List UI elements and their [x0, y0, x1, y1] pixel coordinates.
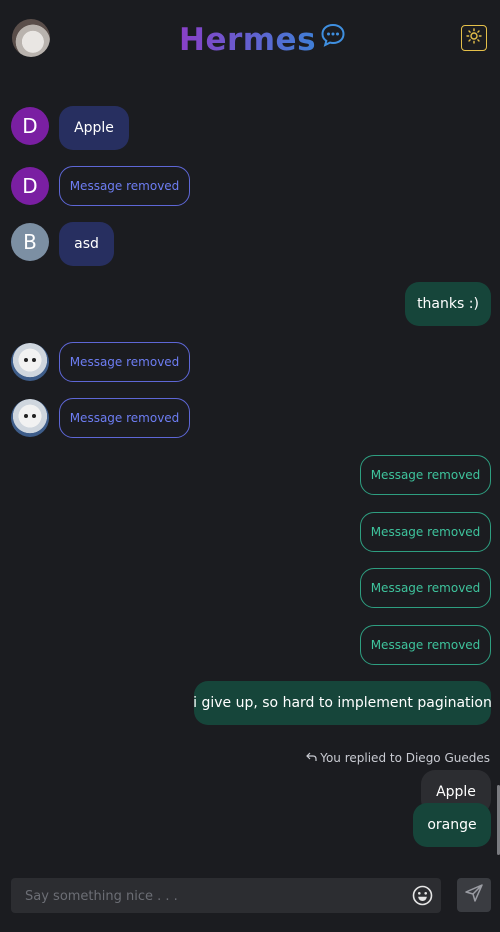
sender-avatar: D — [11, 107, 49, 145]
header: Hermes — [0, 0, 500, 78]
removed-message[interactable]: Message removed — [360, 568, 491, 608]
sun-icon — [466, 28, 482, 48]
removed-message[interactable]: Message removed — [360, 625, 491, 665]
message-composer — [11, 878, 441, 915]
app-logo: Hermes — [179, 21, 346, 59]
send-icon — [464, 883, 484, 907]
removed-message[interactable]: Message removed — [360, 455, 491, 495]
app-title: Hermes — [179, 22, 317, 58]
sender-avatar: D — [11, 167, 49, 205]
removed-message[interactable]: Message removed — [59, 342, 190, 382]
removed-message[interactable]: Message removed — [59, 166, 190, 206]
theme-toggle-button[interactable] — [461, 25, 487, 51]
message-input[interactable] — [23, 878, 407, 915]
reply-arrow-icon — [306, 751, 317, 765]
sender-avatar — [11, 343, 49, 381]
removed-message[interactable]: Message removed — [59, 398, 190, 438]
removed-message[interactable]: Message removed — [360, 512, 491, 552]
outgoing-message[interactable]: thanks :) — [405, 282, 491, 326]
outgoing-message[interactable]: i give up, so hard to implement paginati… — [193, 681, 492, 725]
sender-avatar: B — [11, 223, 49, 261]
incoming-message[interactable]: asd — [59, 222, 114, 266]
reply-indicator: You replied to Diego Guedes — [306, 751, 490, 765]
smiley-icon[interactable] — [412, 885, 433, 910]
user-avatar[interactable] — [12, 19, 50, 57]
chat-bubble-icon — [320, 22, 346, 52]
reply-label-text: You replied to Diego Guedes — [320, 751, 490, 765]
sender-avatar — [11, 399, 49, 437]
outgoing-message[interactable]: orange — [413, 803, 491, 847]
incoming-message[interactable]: Apple — [59, 106, 129, 150]
send-button[interactable] — [457, 878, 491, 912]
